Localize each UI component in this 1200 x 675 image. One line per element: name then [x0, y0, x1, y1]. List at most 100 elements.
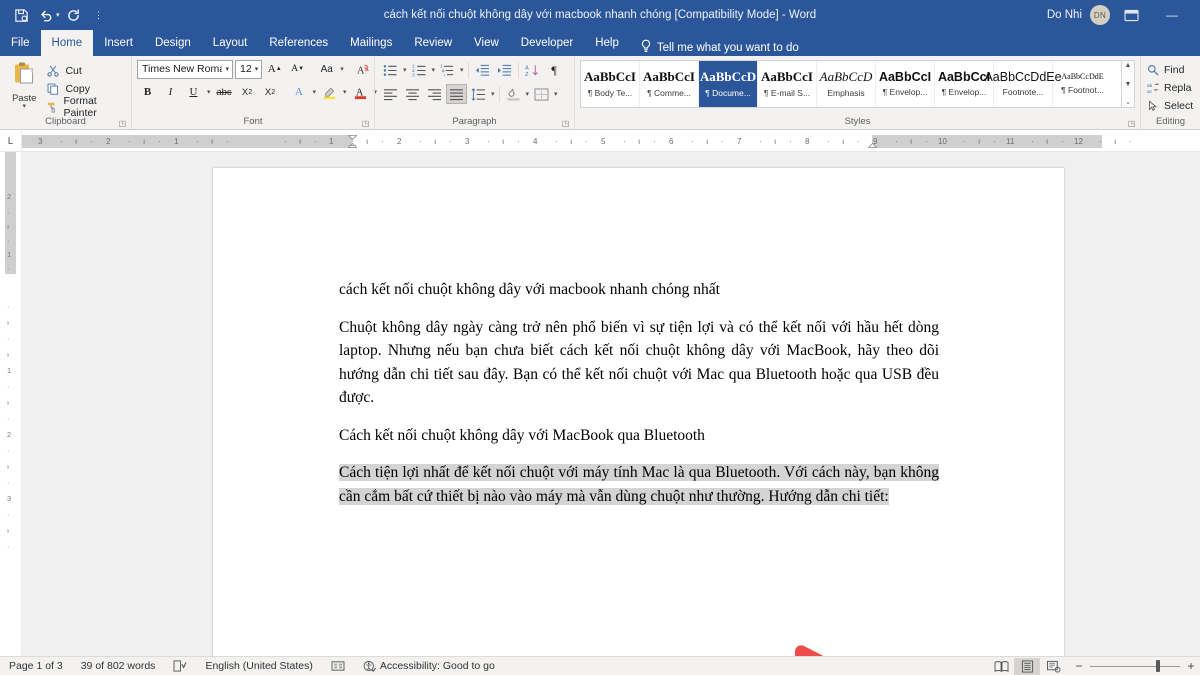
proofing-errors-icon[interactable]: [164, 660, 196, 672]
chevron-down-icon[interactable]: ▾: [459, 66, 465, 74]
style-item[interactable]: AaBbCcDdE ¶ Footnot...: [1053, 61, 1112, 107]
chevron-down-icon[interactable]: ▾: [525, 90, 531, 98]
save-icon[interactable]: [10, 4, 32, 26]
paste-button[interactable]: Paste ▾: [5, 59, 43, 110]
zoom-slider-thumb[interactable]: [1156, 660, 1160, 672]
grow-font-icon[interactable]: A▲: [264, 59, 285, 79]
tab-view[interactable]: View: [463, 30, 510, 56]
first-line-indent-marker[interactable]: [348, 135, 357, 148]
bullets-button[interactable]: [380, 60, 401, 80]
styles-scroll-buttons[interactable]: ▲ ▼ ⌄: [1122, 60, 1135, 108]
chevron-down-icon[interactable]: ▾: [402, 66, 408, 74]
chevron-down-icon[interactable]: ▾: [312, 88, 318, 96]
customize-qat-icon[interactable]: ⋮: [88, 4, 110, 26]
shading-button[interactable]: [503, 84, 524, 104]
tab-insert[interactable]: Insert: [93, 30, 144, 56]
paste-dropdown-icon[interactable]: ▾: [22, 102, 26, 110]
document-canvas[interactable]: cách kết nối chuột không dây với macbook…: [21, 152, 1200, 656]
text-highlight-color-button[interactable]: [319, 82, 340, 102]
chevron-down-icon[interactable]: ▾: [342, 88, 348, 96]
vertical-ruler[interactable]: 2 · ı · 1 · · ı · ı 1 · ı · 2 · ı · 3 · …: [0, 152, 21, 656]
tab-developer[interactable]: Developer: [510, 30, 584, 56]
numbering-button[interactable]: 123: [409, 60, 430, 80]
style-item[interactable]: AaBbCcD Emphasis: [817, 61, 876, 107]
paragraph-dialog-launcher[interactable]: ◳: [561, 119, 570, 128]
superscript-button[interactable]: X2: [260, 82, 281, 102]
styles-scroll-down-icon[interactable]: ▼: [1125, 81, 1132, 88]
borders-button[interactable]: [531, 84, 552, 104]
tab-stop-selector[interactable]: L: [0, 131, 22, 152]
tab-mailings[interactable]: Mailings: [339, 30, 403, 56]
styles-gallery[interactable]: AaBbCcI ¶ Body Te... AaBbCcI ¶ Comme... …: [580, 60, 1122, 108]
zoom-slider[interactable]: [1090, 660, 1180, 672]
style-item[interactable]: AaBbCcI ¶ Body Te...: [581, 61, 640, 107]
style-item-selected[interactable]: AaBbCcD ¶ Docume...: [699, 61, 758, 107]
accessibility-status[interactable]: Accessibility: Good to go: [354, 660, 504, 673]
style-item[interactable]: AaBbCcDdEe Footnote...: [994, 61, 1053, 107]
clear-formatting-icon[interactable]: A: [353, 59, 374, 79]
style-item[interactable]: AaBbCcI ¶ Comme...: [640, 61, 699, 107]
right-indent-marker[interactable]: [868, 135, 877, 148]
ribbon-display-options-icon[interactable]: [1118, 4, 1144, 26]
text-effects-button[interactable]: A: [289, 82, 310, 102]
word-count[interactable]: 39 of 802 words: [72, 660, 165, 672]
macro-record-icon[interactable]: [322, 660, 354, 672]
find-button[interactable]: Find: [1146, 61, 1195, 78]
underline-button[interactable]: U: [183, 82, 204, 102]
print-layout-view-button[interactable]: [1014, 658, 1040, 675]
tab-home[interactable]: Home: [41, 30, 94, 56]
format-painter-button[interactable]: Format Painter: [43, 98, 126, 115]
multilevel-list-button[interactable]: 1ai: [437, 60, 458, 80]
tab-design[interactable]: Design: [144, 30, 202, 56]
font-dialog-launcher[interactable]: ◳: [361, 119, 370, 128]
replace-button[interactable]: abac Repla: [1146, 79, 1195, 96]
undo-dropdown-icon[interactable]: ▾: [56, 11, 60, 19]
select-button[interactable]: Select: [1146, 97, 1195, 114]
change-case-icon[interactable]: Aa: [316, 59, 337, 79]
subscript-button[interactable]: X2: [237, 82, 258, 102]
minimize-button[interactable]: —: [1152, 1, 1192, 29]
tab-file[interactable]: File: [0, 30, 41, 56]
chevron-down-icon[interactable]: ▾: [222, 65, 229, 73]
web-layout-view-button[interactable]: [1040, 658, 1066, 675]
zoom-out-button[interactable]: −: [1074, 659, 1084, 673]
read-mode-view-button[interactable]: [988, 658, 1014, 675]
ruler-strip[interactable]: 3 ·ı· 2 ·ı· 1 ·ı· ·ı· 1 ·ı· 2 ·ı· 3 ·ı· …: [22, 135, 1200, 148]
chevron-down-icon[interactable]: ▾: [431, 66, 437, 74]
tab-references[interactable]: References: [258, 30, 339, 56]
align-center-button[interactable]: [402, 84, 423, 104]
justify-button[interactable]: [446, 84, 467, 104]
style-item[interactable]: AaBbCcI ¶ E-mail S...: [758, 61, 817, 107]
align-right-button[interactable]: [424, 84, 445, 104]
line-spacing-button[interactable]: [468, 84, 489, 104]
styles-more-icon[interactable]: ⌄: [1125, 99, 1131, 106]
increase-indent-button[interactable]: [494, 60, 515, 80]
redo-icon[interactable]: [63, 4, 85, 26]
zoom-controls[interactable]: − +: [1066, 659, 1196, 673]
align-left-button[interactable]: [380, 84, 401, 104]
tab-review[interactable]: Review: [403, 30, 463, 56]
chevron-down-icon[interactable]: ▾: [553, 90, 559, 98]
page-status[interactable]: Page 1 of 3: [0, 660, 72, 672]
clipboard-dialog-launcher[interactable]: ◳: [118, 119, 127, 128]
language-status[interactable]: English (United States): [196, 660, 321, 672]
styles-dialog-launcher[interactable]: ◳: [1127, 119, 1136, 128]
avatar[interactable]: DN: [1090, 5, 1110, 25]
document-page[interactable]: cách kết nối chuột không dây với macbook…: [213, 168, 1064, 656]
undo-icon[interactable]: [35, 4, 57, 26]
chevron-down-icon[interactable]: ▾: [339, 65, 345, 73]
style-item[interactable]: AaBbCcI ¶ Envelop...: [876, 61, 935, 107]
font-size-input[interactable]: 12 ▾: [235, 60, 262, 79]
chevron-down-icon[interactable]: ▾: [252, 65, 259, 73]
chevron-down-icon[interactable]: ▾: [490, 90, 496, 98]
cut-button[interactable]: Cut: [43, 62, 126, 79]
chevron-down-icon[interactable]: ▾: [206, 88, 212, 96]
font-color-button[interactable]: A: [350, 82, 371, 102]
tab-layout[interactable]: Layout: [202, 30, 259, 56]
italic-button[interactable]: I: [160, 82, 181, 102]
strikethrough-button[interactable]: abc: [214, 82, 235, 102]
zoom-in-button[interactable]: +: [1186, 659, 1196, 673]
tell-me-search[interactable]: Tell me what you want to do: [640, 39, 799, 56]
styles-scroll-up-icon[interactable]: ▲: [1125, 62, 1132, 69]
horizontal-ruler[interactable]: L 3 ·ı· 2 ·ı· 1 ·ı· ·ı· 1 ·ı· 2 ·ı· 3 ·ı…: [0, 131, 1200, 152]
